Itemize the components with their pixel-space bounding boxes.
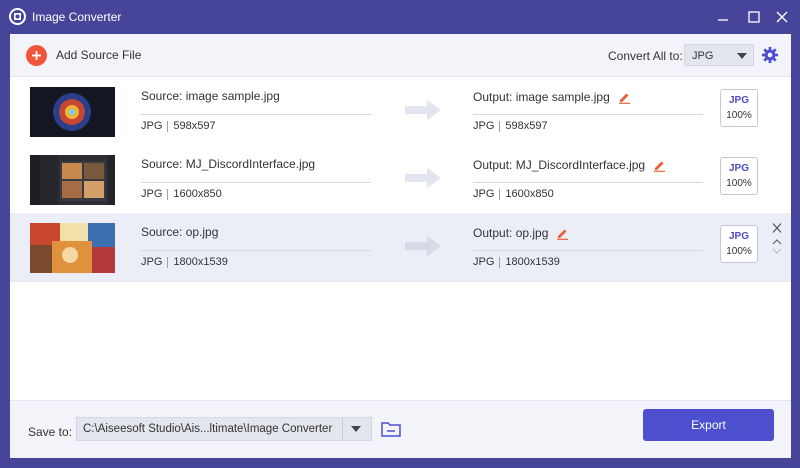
arrow-right-icon [405,236,441,256]
thumbnail-image [30,223,115,273]
plus-icon [26,44,47,66]
source-format: JPG [141,120,163,132]
output-filename: Output: op.jpg [473,226,549,240]
source-format: JPG [141,256,163,268]
output-format: JPG [473,120,495,132]
window-close-icon[interactable] [774,9,790,25]
output-filename: Output: image sample.jpg [473,90,610,104]
output-format-button[interactable]: JPG 100% [720,225,758,263]
output-filename-group: Output: MJ_DiscordInterface.jpg [473,158,666,172]
save-to-label: Save to: [28,425,73,439]
output-format: JPG [473,256,495,268]
add-source-file-label: Add Source File [56,48,142,62]
chevron-down-icon [737,53,747,59]
format-type: JPG [728,231,749,242]
pencil-icon[interactable] [556,227,569,240]
toolbar: Add Source File Convert All to: JPG [10,34,791,77]
arrow-right-icon [405,168,441,188]
maximize-icon[interactable] [746,9,762,25]
export-label: Export [691,418,726,432]
convert-all-label: Convert All to: [608,49,683,63]
app-title: Image Converter [32,10,122,24]
file-row[interactable]: Source: op.jpg JPG 1800x1539 Output: op.j… [10,213,791,282]
output-format-button[interactable]: JPG 100% [720,89,758,127]
divider [473,250,703,251]
convert-all-format-select[interactable]: JPG [684,44,754,66]
file-row[interactable]: Source: MJ_DiscordInterface.jpg JPG 1600x… [10,145,791,214]
gear-icon[interactable] [761,46,779,64]
output-dimensions: 1800x1539 [505,256,560,268]
add-source-file-button[interactable]: Add Source File [26,44,141,66]
source-filename: Source: image sample.jpg [141,89,280,103]
format-type: JPG [728,163,749,174]
output-format-button[interactable]: JPG 100% [720,157,758,195]
pencil-icon[interactable] [653,159,666,172]
folder-icon[interactable] [381,420,401,438]
arrow-right-icon [405,100,441,120]
divider [141,114,371,115]
divider [473,182,703,183]
source-dimensions: 1600x850 [173,188,222,200]
save-path-value: C:\Aiseesoft Studio\Ais...ltimate\Image … [83,423,333,435]
output-info: JPG 598x597 [473,120,548,132]
output-dimensions: 1600x850 [505,188,554,200]
file-row[interactable]: Source: image sample.jpg JPG 598x597 Outp… [10,77,791,146]
pencil-icon[interactable] [618,91,631,104]
app-logo-icon [9,8,26,25]
source-filename: Source: op.jpg [141,225,219,239]
main-panel: Add Source File Convert All to: JPG Sour… [10,34,791,458]
thumbnail-image [30,87,115,137]
format-quality: 100% [726,246,752,257]
close-icon[interactable] [771,223,783,233]
output-dimensions: 598x597 [505,120,548,132]
convert-all-format-value: JPG [692,50,714,62]
bottom-bar: Save to: C:\Aiseesoft Studio\Ais...ltima… [10,400,791,458]
source-info: JPG 1800x1539 [141,256,228,268]
output-filename-group: Output: image sample.jpg [473,90,631,104]
format-quality: 100% [726,110,752,121]
output-info: JPG 1800x1539 [473,256,560,268]
title-bar: Image Converter [0,0,800,34]
export-button[interactable]: Export [643,409,774,441]
chevron-down-icon [351,426,361,432]
minimize-icon[interactable] [715,9,731,25]
format-type: JPG [728,95,749,106]
format-quality: 100% [726,178,752,189]
source-info: JPG 1600x850 [141,188,222,200]
source-filename: Source: MJ_DiscordInterface.jpg [141,157,316,171]
source-dimensions: 1800x1539 [173,256,228,268]
divider [141,250,371,251]
save-path-select[interactable]: C:\Aiseesoft Studio\Ais...ltimate\Image … [76,417,372,441]
source-info: JPG 598x597 [141,120,216,132]
thumbnail-image [30,155,115,205]
source-format: JPG [141,188,163,200]
divider [473,114,703,115]
divider [141,182,371,183]
output-format: JPG [473,188,495,200]
source-dimensions: 598x597 [173,120,216,132]
output-info: JPG 1600x850 [473,188,554,200]
output-filename: Output: MJ_DiscordInterface.jpg [473,158,646,172]
divider [342,418,343,440]
output-filename-group: Output: op.jpg [473,226,569,240]
chevron-down-icon[interactable] [771,246,783,256]
